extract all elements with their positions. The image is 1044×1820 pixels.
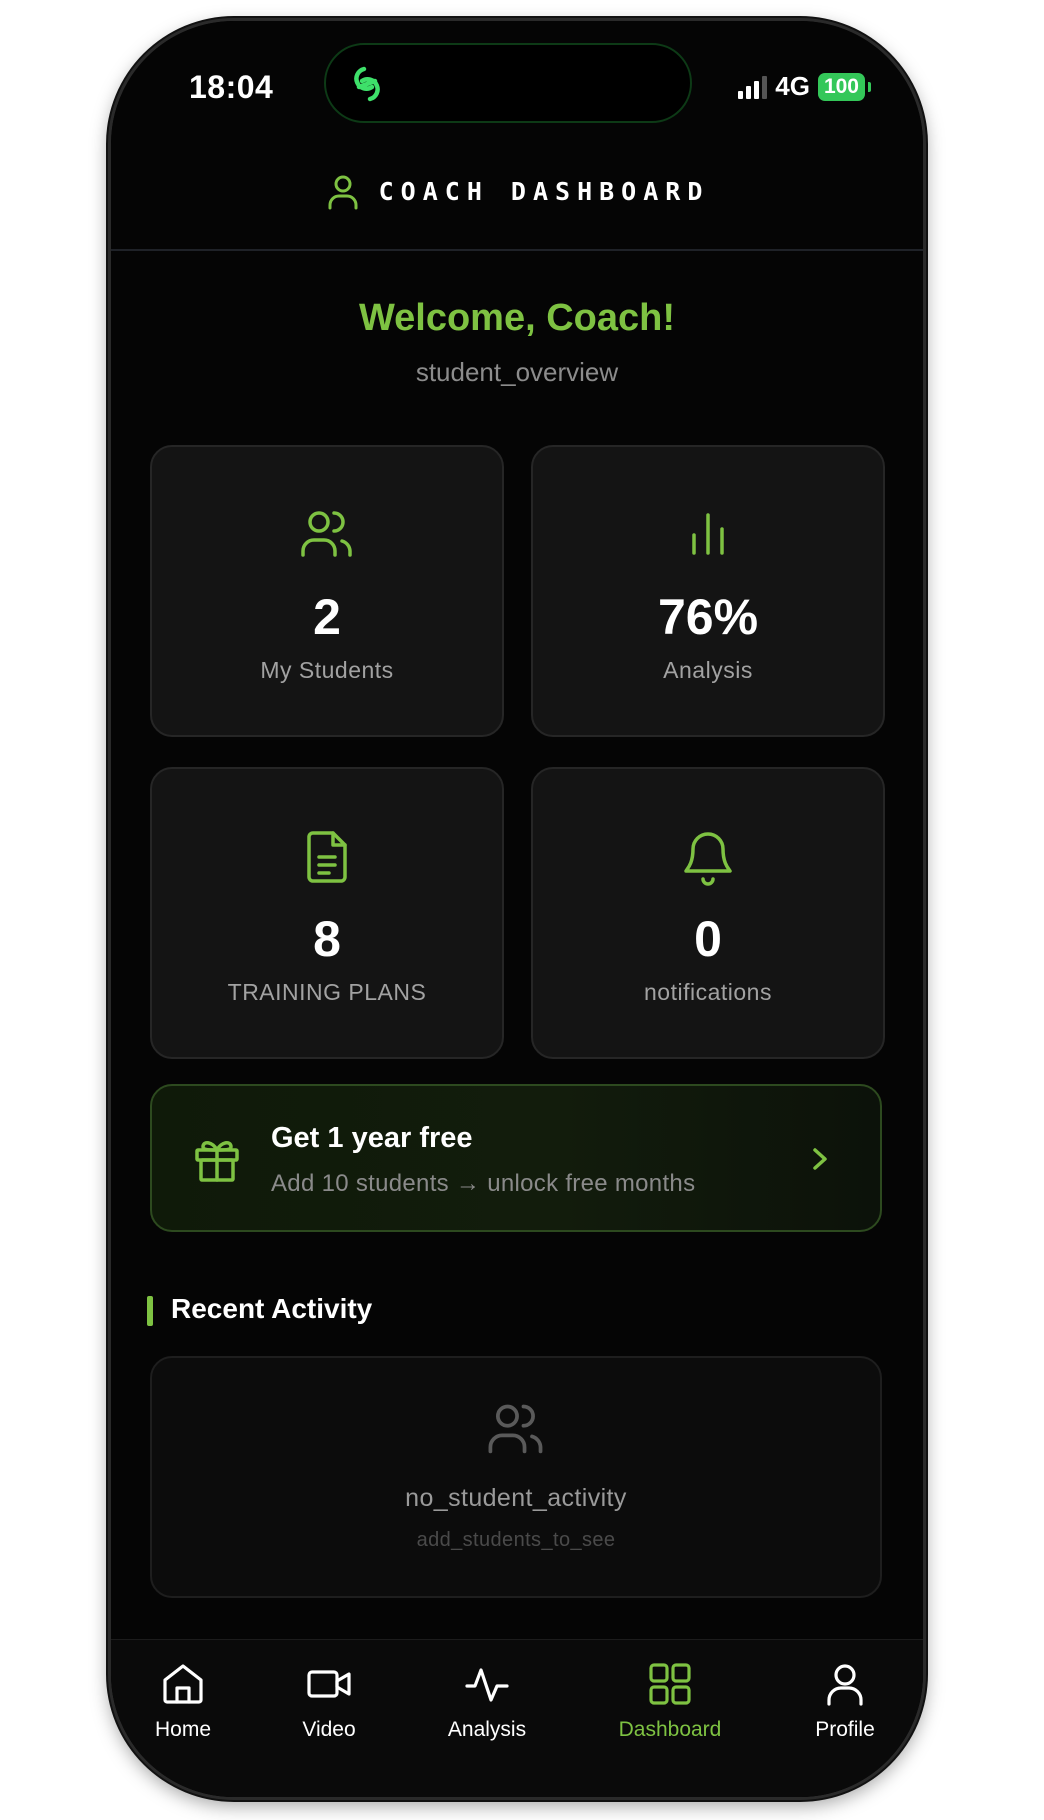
nav-label: Analysis xyxy=(447,1718,527,1741)
welcome-title: Welcome, Coach! xyxy=(358,297,676,339)
bottom-navigation: Home Video Analysis Dashboard Profile xyxy=(111,1639,923,1797)
stat-label: notifications xyxy=(644,979,772,1005)
phone-frame: 18:04 4G 100 COACH DASHBOARD Welcome, Co… xyxy=(108,18,926,1800)
nav-home[interactable]: Home xyxy=(111,1660,263,1742)
users-icon xyxy=(488,1404,543,1454)
stat-label: Analysis xyxy=(663,657,753,683)
grid-icon xyxy=(649,1663,691,1705)
nav-label: Video xyxy=(302,1718,356,1741)
bell-icon xyxy=(684,832,732,886)
nav-profile[interactable]: Profile xyxy=(765,1660,923,1742)
status-indicators: 4G 100 xyxy=(738,71,872,102)
user-icon xyxy=(827,1664,863,1706)
nav-video[interactable]: Video xyxy=(249,1660,409,1742)
chevron-right-icon xyxy=(813,1148,827,1170)
activity-icon xyxy=(465,1668,509,1702)
empty-state-subtitle: add_students_to_see xyxy=(416,1529,616,1551)
recent-activity-title: Recent Activity xyxy=(171,1293,373,1324)
document-icon xyxy=(307,831,347,883)
stat-card-analysis[interactable]: 76% Analysis xyxy=(531,445,885,737)
home-icon xyxy=(163,1664,203,1704)
stat-label: TRAINING PLANS xyxy=(227,979,427,1005)
promo-title: Get 1 year free xyxy=(271,1122,473,1154)
nav-analysis[interactable]: Analysis xyxy=(407,1660,567,1742)
network-label: 4G xyxy=(775,71,810,101)
stat-card-students[interactable]: 2 My Students xyxy=(150,445,504,737)
nav-label: Profile xyxy=(815,1718,875,1741)
page-title: COACH DASHBOARD xyxy=(378,177,710,206)
stat-label: My Students xyxy=(260,657,394,683)
app-header: COACH DASHBOARD xyxy=(111,171,923,251)
section-accent-bar xyxy=(147,1296,153,1326)
dynamic-island xyxy=(324,43,692,123)
nav-dashboard[interactable]: Dashboard xyxy=(590,1660,750,1742)
signal-icon xyxy=(738,75,768,99)
stat-value: 0 xyxy=(694,911,722,967)
gift-icon xyxy=(195,1141,239,1182)
video-camera-icon xyxy=(307,1670,351,1698)
nav-label: Home xyxy=(154,1718,212,1741)
app-screen: 18:04 4G 100 COACH DASHBOARD Welcome, Co… xyxy=(111,21,923,1797)
stat-card-training-plans[interactable]: 8 TRAINING PLANS xyxy=(150,767,504,1059)
stat-value: 2 xyxy=(313,589,341,645)
users-icon xyxy=(301,511,352,557)
welcome-subtitle: student_overview xyxy=(415,357,619,387)
nav-label: Dashboard xyxy=(618,1718,722,1741)
promo-banner[interactable]: Get 1 year free Add 10 students → unlock… xyxy=(150,1084,882,1232)
stat-value: 76% xyxy=(657,589,759,645)
user-icon xyxy=(328,175,358,210)
app-logo-icon xyxy=(354,66,380,102)
status-time: 18:04 xyxy=(189,69,274,105)
recent-activity-empty-state: no_student_activity add_students_to_see xyxy=(150,1356,882,1598)
stat-value: 8 xyxy=(313,911,341,967)
empty-state-title: no_student_activity xyxy=(405,1484,627,1512)
bar-chart-icon xyxy=(692,513,724,555)
battery-icon: 100 xyxy=(817,72,872,101)
promo-subtitle: Add 10 students → unlock free months xyxy=(271,1170,696,1197)
stat-card-notifications[interactable]: 0 notifications xyxy=(531,767,885,1059)
